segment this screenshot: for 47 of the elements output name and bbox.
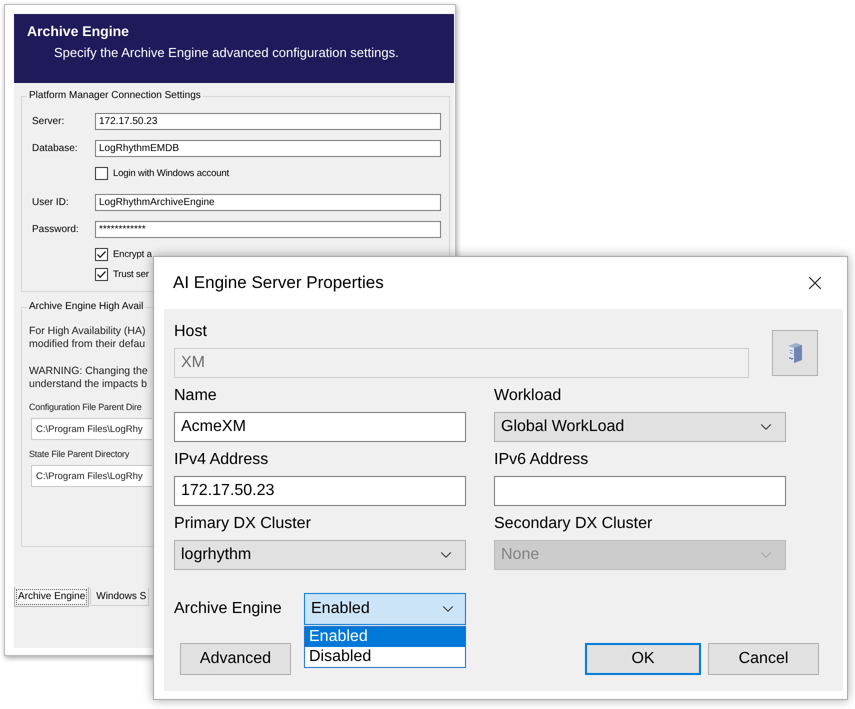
input-field[interactable]: LogRhythmEMDB — [95, 140, 441, 157]
host-picker-button[interactable] — [772, 330, 818, 376]
dropdown[interactable]: logrhythm — [174, 540, 466, 570]
input-field[interactable]: C:\Program Files\LogRhy — [31, 465, 152, 487]
dialog-title: AI Engine Server Properties — [173, 273, 384, 293]
field-label: Primary DX Cluster — [174, 514, 312, 534]
text-input[interactable] — [494, 476, 786, 506]
dropdown[interactable]: Global WorkLoad — [494, 412, 786, 442]
checkbox-label: Login with Windows account — [113, 168, 229, 179]
group-title: Archive Engine High Avail — [28, 301, 144, 313]
header-subtitle: Specify the Archive Engine advanced configuration settings. — [54, 45, 399, 60]
advanced-button[interactable]: Advanced — [180, 643, 291, 675]
dropdown[interactable]: Enabled — [304, 593, 466, 625]
field-label: IPv6 Address — [494, 450, 590, 470]
checkbox[interactable] — [95, 167, 108, 180]
field-label: Host — [174, 322, 208, 342]
dialog-button[interactable]: Cancel — [708, 643, 819, 675]
note-text: WARNING: Changing the understand the impacts b — [29, 365, 148, 391]
note-text: For High Availability (HA) modified from their defau — [29, 325, 146, 351]
checkbox-label: Trust ser — [113, 269, 149, 280]
dropdown-option[interactable]: Enabled — [305, 627, 465, 647]
checkbox[interactable] — [95, 268, 108, 281]
input-field[interactable]: C:\Program Files\LogRhy — [31, 418, 152, 440]
dialog-button[interactable]: OK — [585, 643, 701, 675]
field-label: User ID: — [32, 197, 70, 208]
text-input[interactable]: AcmeXM — [174, 412, 466, 442]
checkbox-label: Encrypt a — [113, 249, 152, 260]
field-label: Workload — [494, 386, 562, 406]
tab[interactable]: Archive Engine — [14, 587, 90, 607]
field-label: Secondary DX Cluster — [494, 514, 654, 534]
input-field[interactable]: LogRhythmArchiveEngine — [95, 194, 441, 211]
text-input[interactable]: 172.17.50.23 — [174, 476, 466, 506]
field-label: Name — [174, 386, 218, 406]
field-label: Server: — [32, 116, 66, 127]
field-label: IPv4 Address — [174, 450, 270, 470]
field-label: State File Parent Directory — [29, 448, 130, 460]
tab[interactable]: Windows S — [90, 588, 150, 606]
input-field[interactable]: 172.17.50.23 — [95, 113, 441, 130]
server-icon — [786, 342, 804, 364]
field-label: Configuration File Parent Dire — [29, 401, 142, 413]
password-field[interactable]: ************ — [95, 221, 441, 238]
header-title: Archive Engine — [27, 23, 129, 40]
checkbox[interactable] — [95, 248, 108, 261]
field-label: Database: — [32, 143, 79, 154]
field-label: Password: — [32, 224, 80, 235]
group-title: Platform Manager Connection Settings — [28, 90, 202, 102]
field-label: Archive Engine — [174, 600, 283, 618]
